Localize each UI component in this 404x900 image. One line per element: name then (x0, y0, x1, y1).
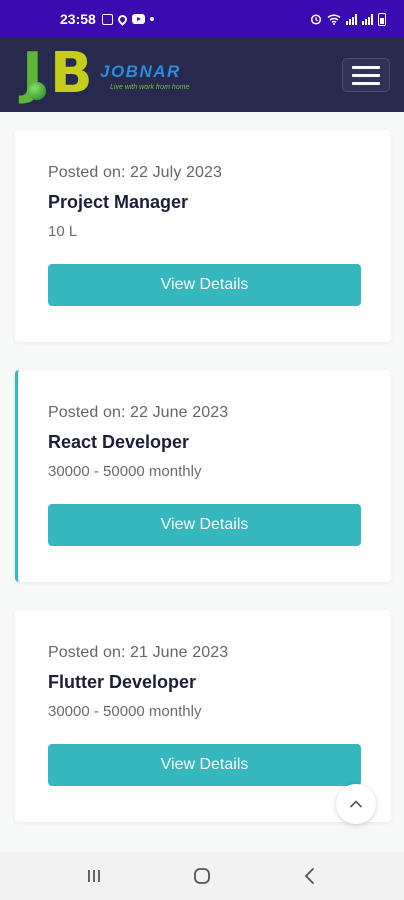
job-salary: 30000 - 50000 monthly (48, 703, 202, 720)
posted-date: Posted on: 22 June 2023 (48, 404, 229, 421)
logo-letter-b: B (50, 41, 93, 106)
job-title: React Developer (48, 432, 190, 452)
hamburger-icon (352, 65, 380, 69)
alarm-icon (310, 14, 322, 25)
posted-date: Posted on: 22 July 2023 (48, 164, 222, 181)
status-notification-icons (101, 12, 154, 26)
job-card: Posted on: 21 June 2023 Flutter Develope… (15, 610, 391, 822)
location-icon (115, 12, 129, 26)
battery-icon (378, 12, 386, 26)
more-notifications-icon (149, 17, 154, 21)
job-salary: 30000 - 50000 monthly (48, 463, 202, 480)
signal-icon-1 (346, 13, 357, 25)
menu-button[interactable] (342, 58, 390, 92)
job-card: Posted on: 22 July 2023 Project Manager … (15, 130, 391, 342)
status-system-icons (310, 12, 386, 26)
view-details-button[interactable]: View Details (48, 744, 361, 786)
job-title: Project Manager (48, 192, 189, 212)
chevron-up-icon (350, 800, 362, 808)
youtube-icon (131, 14, 145, 24)
signal-icon-2 (362, 13, 373, 25)
wifi-icon (327, 14, 341, 25)
view-details-button[interactable]: View Details (48, 504, 361, 546)
globe-icon (28, 82, 46, 100)
recent-apps-icon[interactable] (84, 866, 104, 886)
image-notification-icon (101, 13, 113, 25)
system-nav-bar (0, 852, 404, 900)
status-time: 23:58 (60, 11, 96, 27)
home-icon[interactable] (192, 866, 212, 886)
status-bar: 23:58 (0, 0, 404, 38)
brand-name: JOBNAR (100, 62, 181, 81)
scroll-to-top-button[interactable] (336, 784, 376, 824)
app-header: J B JOBNAR Live with work from home (0, 38, 404, 112)
job-title: Flutter Developer (48, 672, 197, 692)
job-list[interactable]: Posted on: 22 July 2023 Project Manager … (0, 112, 404, 852)
view-details-button[interactable]: View Details (48, 264, 361, 306)
job-card: Posted on: 22 June 2023 React Developer … (15, 370, 391, 582)
back-icon[interactable] (300, 866, 320, 886)
jobnar-logo[interactable]: J B JOBNAR Live with work from home (14, 44, 214, 108)
job-salary: 10 L (48, 223, 78, 240)
brand-tagline: Live with work from home (110, 84, 190, 91)
posted-date: Posted on: 21 June 2023 (48, 644, 229, 661)
